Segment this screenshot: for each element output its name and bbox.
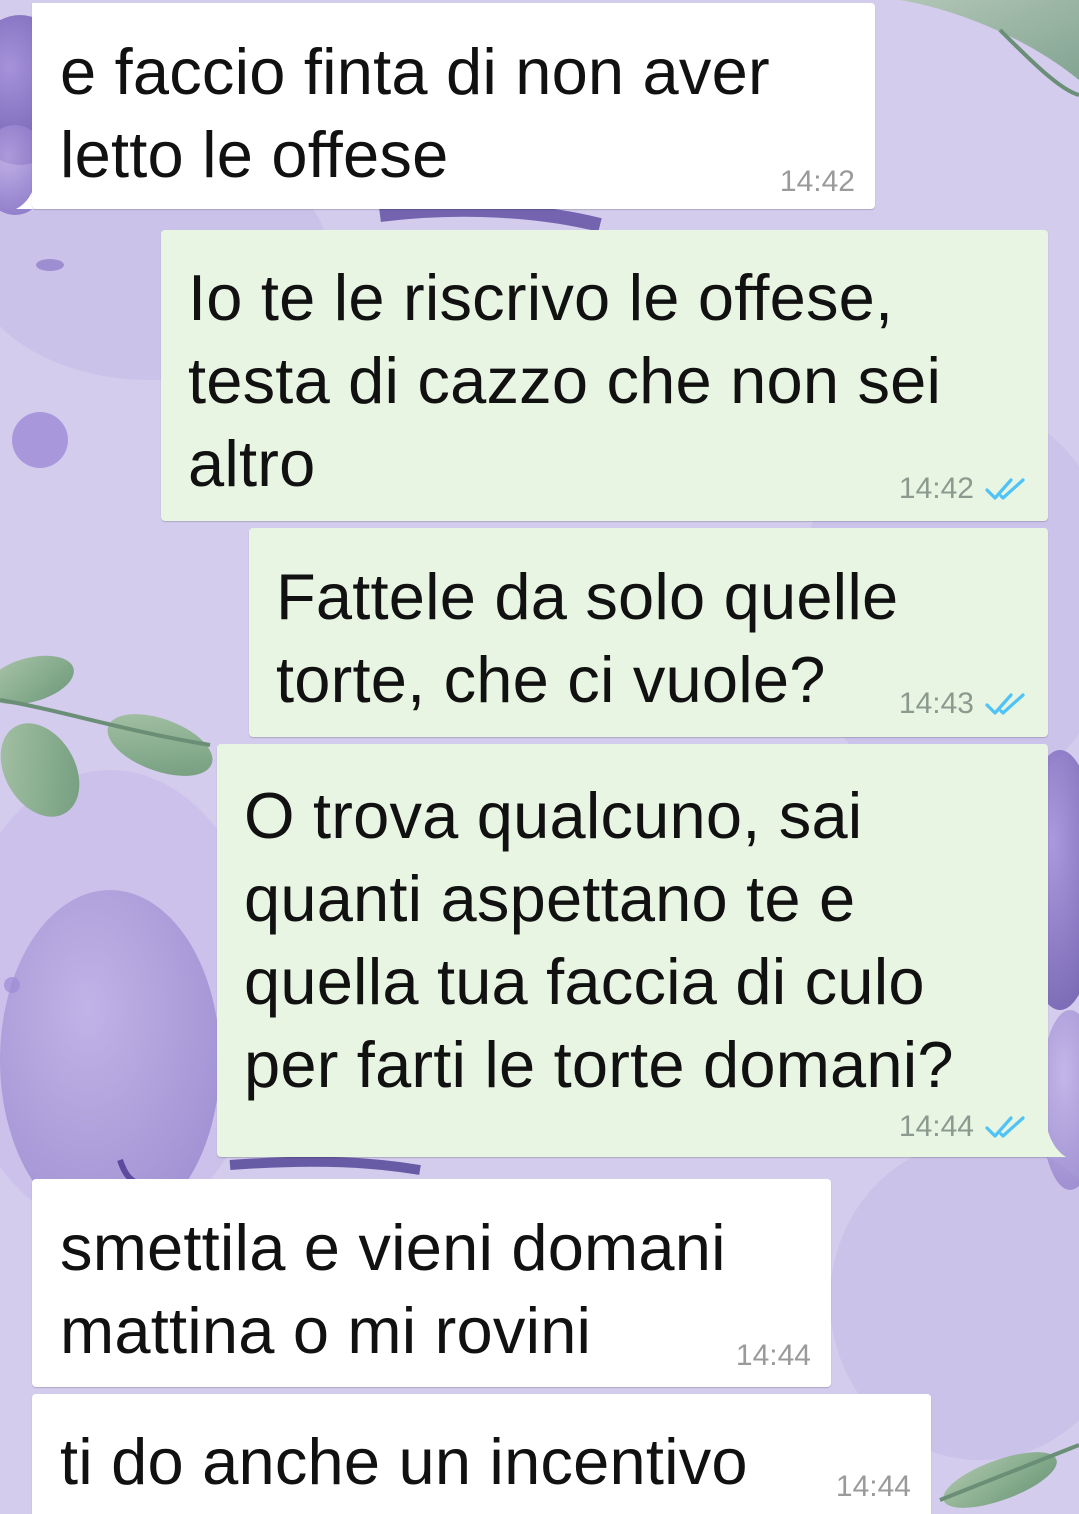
double-check-icon — [985, 1116, 1025, 1138]
double-check-icon — [985, 478, 1025, 500]
message-meta: 14:44 — [736, 1339, 811, 1373]
message-text: e faccio finta di non aver letto le offe… — [60, 35, 770, 191]
message-meta: 14:42 — [780, 165, 855, 199]
message-meta: 14:43 — [899, 687, 1028, 721]
message-meta: 14:44 — [836, 1470, 911, 1504]
message-bubble-outgoing[interactable]: O trova qualcuno, sai quanti aspettano t… — [217, 744, 1048, 1157]
message-timestamp: 14:44 — [898, 1110, 974, 1143]
message-bubble-outgoing[interactable]: Fattele da solo quelle torte, che ci vuo… — [249, 528, 1048, 737]
message-text: ti do anche un incentivo — [60, 1425, 748, 1498]
message-timestamp: 14:43 — [898, 687, 974, 720]
message-bubble-incoming[interactable]: e faccio finta di non aver letto le offe… — [32, 3, 875, 209]
message-timestamp: 14:42 — [779, 165, 855, 198]
message-meta: 14:44 — [899, 1110, 1028, 1144]
message-timestamp: 14:42 — [898, 472, 974, 505]
message-bubble-incoming[interactable]: ti do anche un incentivo 14:44 — [32, 1394, 931, 1514]
message-timestamp: 14:44 — [835, 1470, 911, 1503]
message-text: smettila e vieni domani mattina o mi rov… — [60, 1211, 726, 1367]
message-meta: 14:42 — [899, 472, 1028, 506]
outgoing-bubble-tail — [1046, 1123, 1066, 1157]
message-text: Io te le riscrivo le offese, testa di ca… — [188, 261, 942, 500]
message-timestamp: 14:44 — [735, 1339, 811, 1372]
message-text: O trova qualcuno, sai quanti aspettano t… — [244, 779, 954, 1101]
double-check-icon — [985, 693, 1025, 715]
message-text: Fattele da solo quelle torte, che ci vuo… — [276, 560, 899, 716]
message-bubble-incoming[interactable]: smettila e vieni domani mattina o mi rov… — [32, 1179, 831, 1387]
message-bubble-outgoing[interactable]: Io te le riscrivo le offese, testa di ca… — [161, 230, 1048, 521]
